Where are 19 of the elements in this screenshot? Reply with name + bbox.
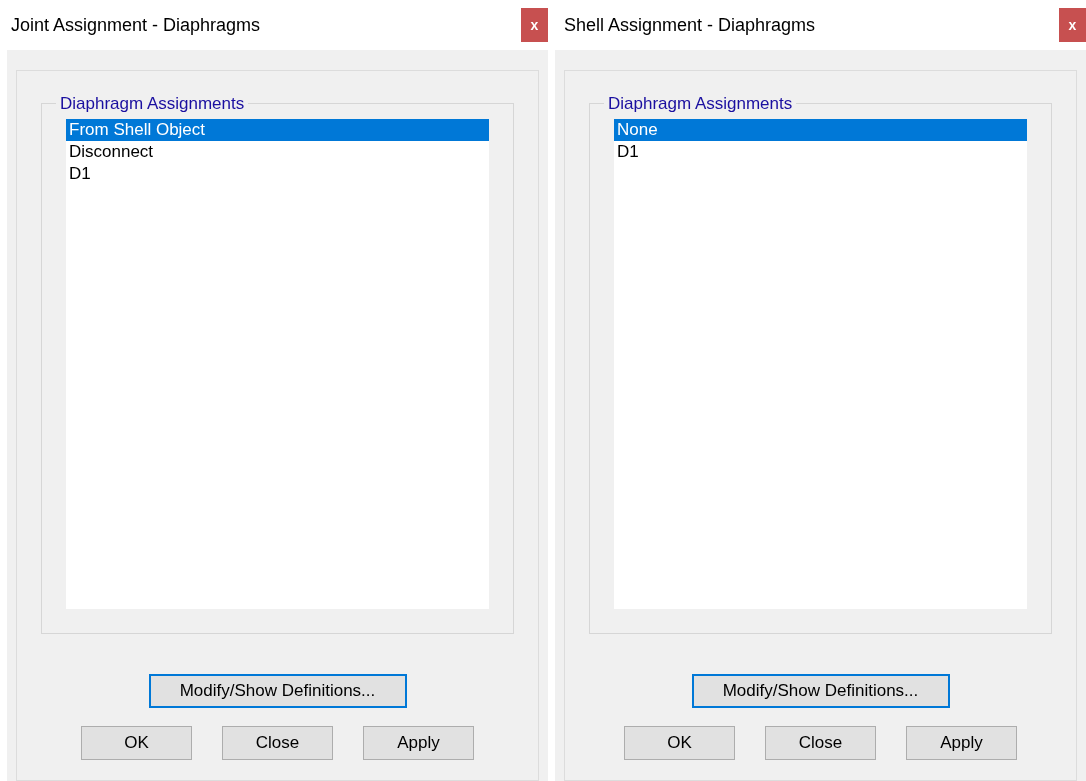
definitions-button[interactable]: Modify/Show Definitions... (148, 674, 407, 708)
list-item[interactable]: D1 (66, 162, 489, 185)
list-item[interactable]: D1 (614, 140, 1027, 163)
window-title: Shell Assignment - Diaphragms (563, 13, 816, 37)
group-label: Diaphragm Assignments (59, 93, 246, 115)
list-item[interactable]: From Shell Object (66, 118, 489, 141)
dialog-button[interactable]: OK (81, 726, 192, 760)
dialog-button[interactable]: Apply (906, 726, 1017, 760)
list-item[interactable]: None (614, 118, 1027, 141)
dialog-button[interactable]: Apply (363, 726, 474, 760)
window-title: Joint Assignment - Diaphragms (10, 13, 261, 37)
list-item[interactable]: Disconnect (66, 140, 489, 163)
window-x-button[interactable]: x (1059, 8, 1086, 42)
window-x-button[interactable]: x (521, 8, 548, 42)
definitions-button[interactable]: Modify/Show Definitions... (691, 674, 950, 708)
group-label: Diaphragm Assignments (607, 93, 794, 115)
dialog-button[interactable]: Close (222, 726, 333, 760)
dialog-button[interactable]: Close (765, 726, 876, 760)
dialog-button[interactable]: OK (624, 726, 735, 760)
